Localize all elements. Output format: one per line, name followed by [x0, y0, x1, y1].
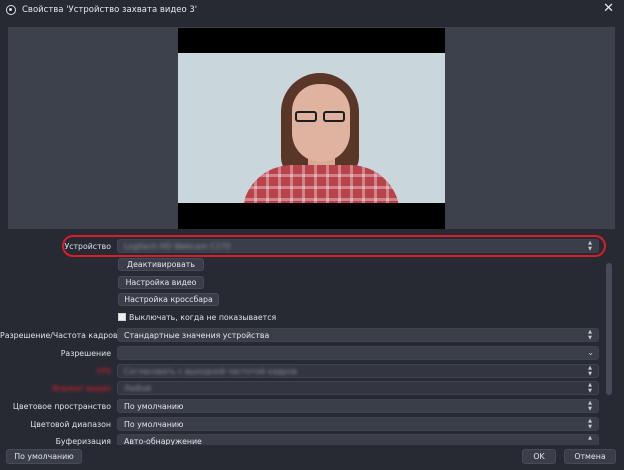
color-range-label: Цветовой диапазон [30, 420, 111, 429]
device-highlight [62, 235, 606, 257]
color-space-select[interactable]: По умолчанию ▲ ▼ [117, 399, 599, 413]
video-preview [178, 28, 445, 229]
updown-arrows-icon: ▲ [588, 435, 592, 441]
updown-arrows-icon: ▲ ▼ [588, 418, 592, 430]
resolution-fps-type-select[interactable]: Стандартные значения устройства ▲ ▼ [117, 328, 599, 342]
preview-panel [8, 27, 615, 229]
fps-select[interactable]: Согласовать с выходной частотой кадров ▲… [117, 364, 599, 378]
window-title: Свойства 'Устройство захвата видео 3' [22, 5, 198, 15]
chevron-down-icon: ⌄ [587, 348, 594, 357]
deactivate-when-hidden-checkbox[interactable] [118, 313, 126, 321]
video-format-label: Формат видео [52, 384, 111, 393]
button-bar: По умолчанию OK Отмена [0, 446, 624, 470]
buffering-select[interactable]: Авто-обнаружение ▲ [117, 434, 599, 445]
deactivate-when-hidden-label: Выключать, когда не показывается [129, 313, 277, 322]
resolution-select[interactable]: ⌄ [117, 346, 599, 360]
video-format-select[interactable]: Любой ▲ ▼ [117, 381, 599, 395]
close-icon[interactable]: ✕ [603, 2, 614, 16]
color-space-value: По умолчанию [124, 402, 184, 411]
updown-arrows-icon: ▲ ▼ [588, 382, 592, 394]
color-range-select[interactable]: По умолчанию ▲ ▼ [117, 417, 599, 431]
settings-scrollbar[interactable] [606, 263, 612, 395]
webcam-image [178, 53, 445, 203]
fps-value: Согласовать с выходной частотой кадров [124, 367, 297, 376]
cancel-button[interactable]: Отмена [564, 449, 616, 464]
deactivate-button[interactable]: Деактивировать [118, 258, 204, 271]
updown-arrows-icon: ▲ ▼ [588, 400, 592, 412]
video-format-value: Любой [124, 384, 152, 393]
fps-label: FPS [96, 367, 111, 376]
buffering-label: Буферизация [55, 437, 111, 446]
updown-arrows-icon: ▲ ▼ [588, 365, 592, 377]
resolution-fps-type-value: Стандартные значения устройства [124, 331, 270, 340]
buffering-value: Авто-обнаружение [124, 437, 202, 445]
obs-logo-icon [6, 5, 16, 15]
color-range-value: По умолчанию [124, 420, 184, 429]
color-space-label: Цветовое пространство [12, 402, 111, 411]
resolution-fps-type-label: Разрешение/Частота кадров [0, 331, 118, 340]
crossbar-config-button[interactable]: Настройка кроссбара [118, 293, 219, 306]
video-config-button[interactable]: Настройка видео [118, 276, 204, 289]
resolution-label: Разрешение [60, 349, 111, 358]
ok-button[interactable]: OK [522, 449, 556, 464]
updown-arrows-icon: ▲ ▼ [588, 329, 592, 341]
title-bar: Свойства 'Устройство захвата видео 3' ✕ [0, 0, 624, 20]
defaults-button[interactable]: По умолчанию [6, 449, 82, 464]
